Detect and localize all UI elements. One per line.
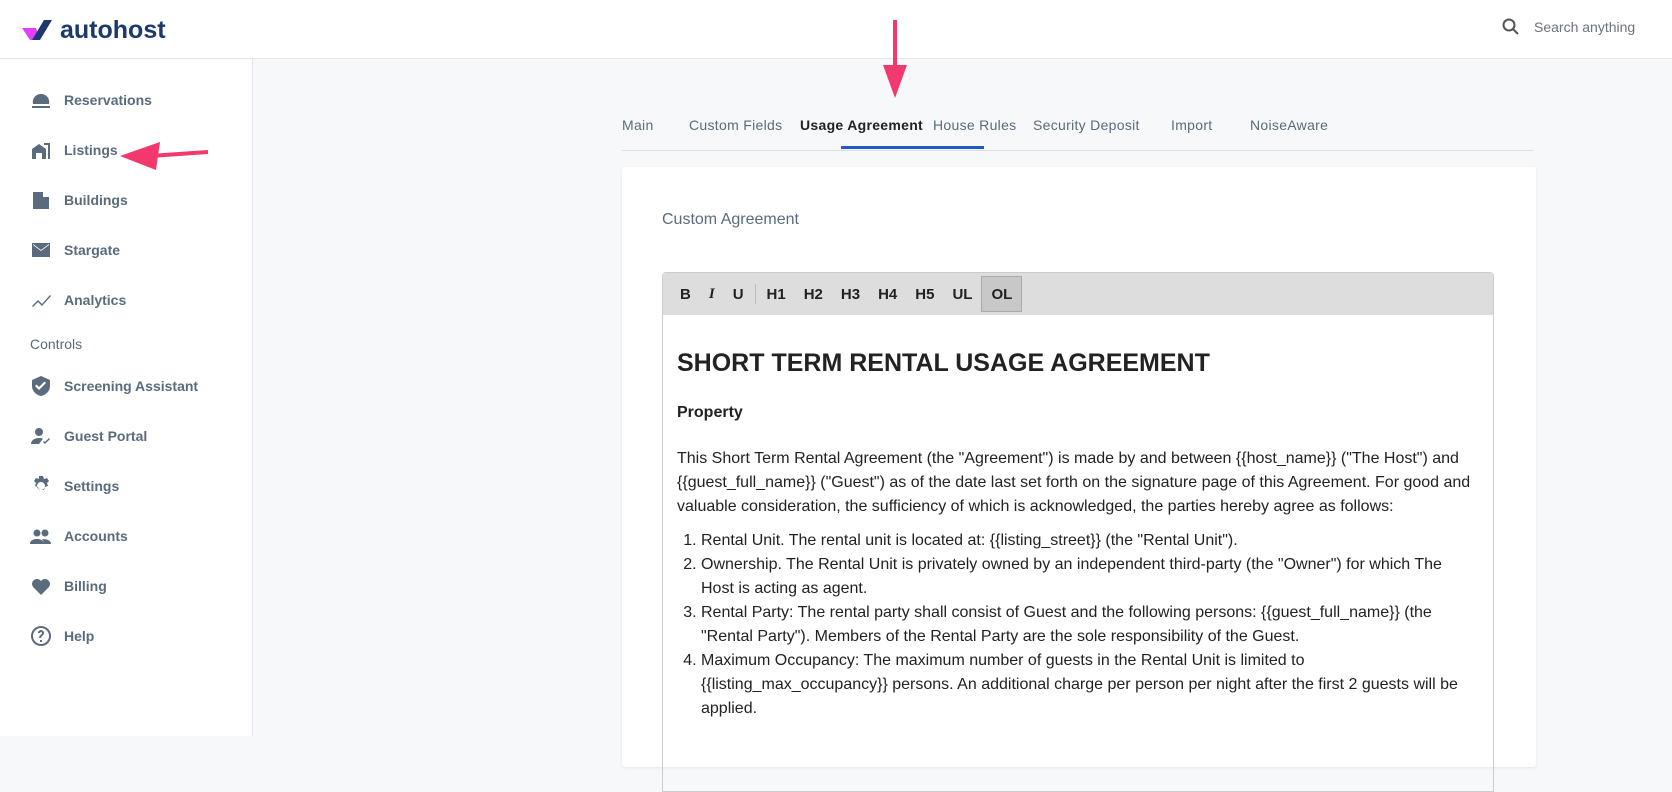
tab-house-rules[interactable]: House Rules xyxy=(933,117,1016,133)
logo[interactable]: autohost xyxy=(22,16,166,45)
sidebar-item-label: Buildings xyxy=(64,192,128,208)
clause-list: Rental Unit. The rental unit is located … xyxy=(677,529,1479,721)
sidebar-item-help[interactable]: Help xyxy=(30,625,94,647)
bell-icon xyxy=(32,93,50,108)
document-subtitle: Property xyxy=(677,404,743,421)
tab-custom-fields[interactable]: Custom Fields xyxy=(689,117,782,133)
sidebar-item-screening-assistant[interactable]: Screening Assistant xyxy=(30,375,198,397)
italic-button[interactable]: I xyxy=(700,276,724,312)
sidebar-item-label: Guest Portal xyxy=(64,428,148,444)
intro-paragraph: This Short Term Rental Agreement (the "A… xyxy=(677,450,1471,515)
card-title: Custom Agreement xyxy=(662,211,799,228)
building-icon xyxy=(32,143,50,159)
h2-button[interactable]: H2 xyxy=(795,276,832,312)
brand-name: autohost xyxy=(60,16,166,44)
sidebar-item-reservations[interactable]: Reservations xyxy=(30,89,152,111)
sidebar-item-settings[interactable]: Settings xyxy=(30,475,119,497)
sidebar-item-accounts[interactable]: Accounts xyxy=(30,525,128,547)
sidebar-item-label: Listings xyxy=(64,142,118,158)
search-input[interactable]: Search anything xyxy=(1502,18,1635,36)
h4-button[interactable]: H4 xyxy=(869,276,906,312)
tab-usage-agreement[interactable]: Usage Agreement xyxy=(800,117,923,133)
document-title: SHORT TERM RENTAL USAGE AGREEMENT xyxy=(677,349,1210,377)
sidebar-item-listings[interactable]: Listings xyxy=(30,139,118,161)
h3-button[interactable]: H3 xyxy=(832,276,869,312)
sidebar-item-label: Accounts xyxy=(64,528,128,544)
gear-icon xyxy=(34,476,49,490)
user-check-icon xyxy=(31,428,50,444)
sidebar-item-buildings[interactable]: Buildings xyxy=(30,189,128,211)
sidebar-item-label: Help xyxy=(64,628,95,644)
tab-bar: Main Custom Fields Usage Agreement House… xyxy=(622,100,1534,151)
tab-import[interactable]: Import xyxy=(1171,117,1212,133)
rich-text-editor[interactable]: B I U H1 H2 H3 H4 H5 UL OL SHORT TERM RE… xyxy=(662,272,1494,792)
sidebar-item-label: Billing xyxy=(64,578,107,594)
search-placeholder: Search anything xyxy=(1534,19,1636,35)
editor-content[interactable]: SHORT TERM RENTAL USAGE AGREEMENT Proper… xyxy=(663,315,1493,741)
toolbar-divider xyxy=(754,284,756,304)
top-bar: autohost Search anything xyxy=(0,0,1672,59)
controls-section-label: Controls xyxy=(30,336,83,352)
sidebar-item-stargate[interactable]: Stargate xyxy=(30,239,120,261)
active-tab-indicator xyxy=(841,146,984,149)
sidebar-item-label: Settings xyxy=(64,478,120,494)
sidebar-item-billing[interactable]: Billing xyxy=(30,575,107,597)
agreement-card: Custom Agreement B I U H1 H2 H3 H4 H5 UL… xyxy=(622,167,1536,792)
autohost-logo-icon xyxy=(22,19,52,40)
underline-button[interactable]: U xyxy=(724,276,753,312)
annotation-arrow-left-icon xyxy=(120,142,209,170)
tab-main[interactable]: Main xyxy=(622,117,654,133)
list-item: Ownership. The Rental Unit is privately … xyxy=(701,553,1479,601)
h1-button[interactable]: H1 xyxy=(758,276,795,312)
people-icon xyxy=(30,529,51,544)
chart-icon xyxy=(32,295,51,307)
mail-icon xyxy=(32,243,50,257)
list-item: Maximum Occupancy: The maximum number of… xyxy=(701,649,1479,721)
list-item: Rental Unit. The rental unit is located … xyxy=(701,529,1479,553)
sidebar-item-analytics[interactable]: Analytics xyxy=(30,289,126,311)
annotation-arrow-down-icon xyxy=(883,20,907,98)
list-item: Rental Party: The rental party shall con… xyxy=(701,601,1479,649)
shield-icon xyxy=(32,376,50,396)
sidebar-item-guest-portal[interactable]: Guest Portal xyxy=(30,425,147,447)
bold-button[interactable]: B xyxy=(671,276,700,312)
tab-noiseaware[interactable]: NoiseAware xyxy=(1250,117,1328,133)
editor-toolbar: B I U H1 H2 H3 H4 H5 UL OL xyxy=(663,273,1493,315)
help-icon xyxy=(31,626,51,646)
sidebar-item-label: Analytics xyxy=(64,292,127,308)
search-icon xyxy=(1502,18,1519,35)
sidebar-item-label: Reservations xyxy=(64,92,152,108)
tab-security-deposit[interactable]: Security Deposit xyxy=(1033,117,1140,133)
h5-button[interactable]: H5 xyxy=(906,276,943,312)
sidebar-item-label: Stargate xyxy=(64,242,121,258)
sidebar-item-label: Screening Assistant xyxy=(64,378,199,394)
ul-button[interactable]: UL xyxy=(943,276,981,312)
ol-button[interactable]: OL xyxy=(981,276,1023,312)
heart-icon xyxy=(32,579,50,595)
buildings-icon xyxy=(33,192,49,209)
